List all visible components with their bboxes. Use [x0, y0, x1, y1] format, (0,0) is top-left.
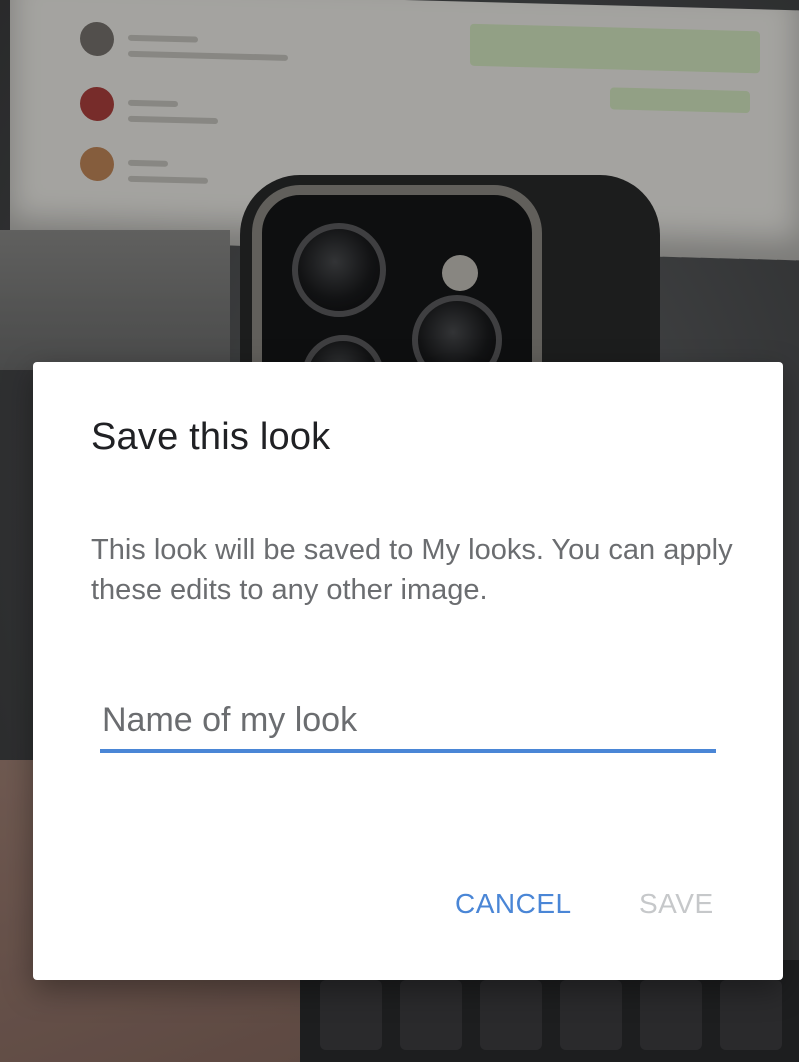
screen: Save this look This look will be saved t… — [0, 0, 799, 1062]
cancel-button[interactable]: CANCEL — [449, 884, 578, 924]
save-look-dialog: Save this look This look will be saved t… — [33, 362, 783, 980]
save-button[interactable]: SAVE — [633, 884, 720, 924]
dialog-actions: CANCEL SAVE — [33, 884, 783, 934]
look-name-input[interactable] — [100, 692, 720, 748]
dialog-message: This look will be saved to My looks. You… — [91, 534, 733, 606]
dialog-title: Save this look — [91, 416, 331, 458]
input-focus-underline — [100, 749, 716, 753]
look-name-field — [100, 692, 720, 754]
